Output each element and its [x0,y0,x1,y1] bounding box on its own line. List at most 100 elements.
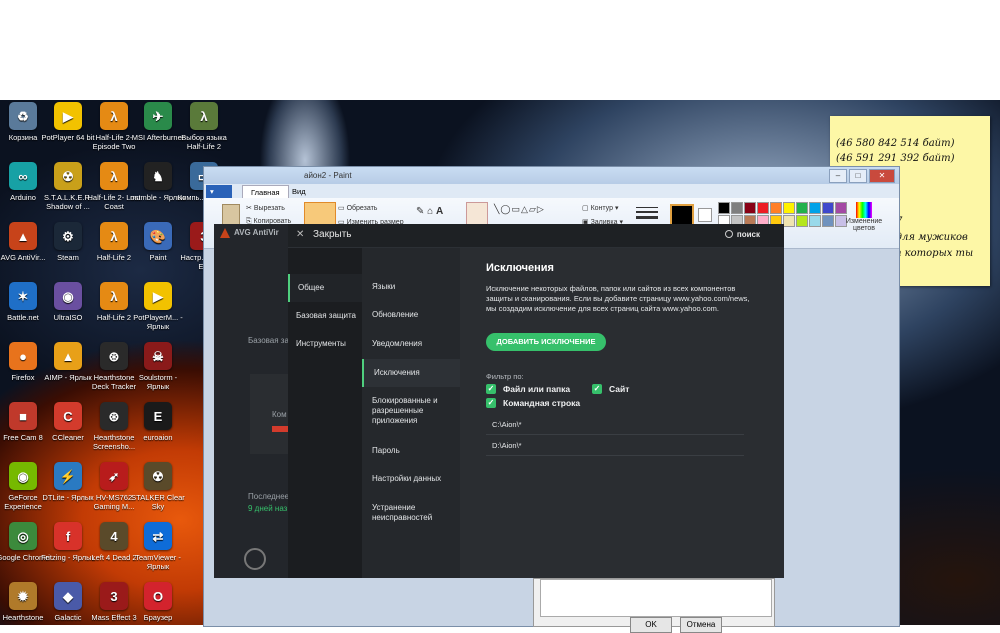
subcategory-blocked-allowed[interactable]: Блокированные и разрешенные приложения [362,396,452,426]
subcategory-data-settings[interactable]: Настройки данных [362,474,460,484]
color-swatch[interactable] [731,202,743,214]
avg-logo-icon [220,228,230,238]
paint-menu-button[interactable]: ▾ [206,185,232,198]
shortcut-label: Выбор языка Half-Life 2 [181,133,227,151]
subcategory-languages[interactable]: Языки [362,282,460,292]
tab-home[interactable]: Главная [242,185,289,199]
masseffect-icon: 3 [100,582,128,610]
search-button[interactable]: поиск [724,229,760,239]
color-swatch[interactable] [822,202,834,214]
desktop-shortcut[interactable]: ☢ STALKER Clear Sky [128,462,188,511]
avg-bg-label: Базовая за [248,336,289,345]
maximize-button[interactable]: □ [849,169,867,183]
note-line: (46 591 291 392 байт) [836,153,955,164]
shapes-gallery[interactable]: ╲◯▭△▱▷ [494,204,545,215]
tab-view[interactable]: Вид [284,185,314,198]
cut-button[interactable]: ✂ Вырезать [246,204,285,212]
potplayer-icon: ▶ [144,282,172,310]
category-general[interactable]: Общее [288,274,362,302]
paint-titlebar[interactable]: айон2 - Paint – □ ✕ [204,167,899,184]
filter-label-text: Сайт [609,384,630,394]
ok-button[interactable]: OK [630,617,672,633]
close-link[interactable]: Закрыть [313,229,352,240]
color2-swatch[interactable] [698,208,712,222]
exclusions-panel: Исключения Исключение некоторых файлов, … [460,248,784,578]
ccleaner-icon: C [54,402,82,430]
dialog-list [540,579,772,617]
color-swatch[interactable] [783,215,795,227]
shortcut-label: euroaion [143,433,173,442]
color-swatch[interactable] [718,202,730,214]
color-swatch[interactable] [822,215,834,227]
filter-label-text: Файл или папка [503,384,571,394]
line-width-icon[interactable] [636,204,658,224]
subcategory-exclusions[interactable]: Исключения [362,359,460,387]
color-swatch[interactable] [809,202,821,214]
avg-settings-window: ✕ Закрыть поиск Общее Базовая защита Инс… [288,224,784,578]
filter-label-text: Командная строка [503,398,581,408]
subcategory-notifications[interactable]: Уведомления [362,339,460,349]
freecam-icon: ■ [9,402,37,430]
status-badge [272,426,288,432]
paste-icon[interactable] [222,204,240,226]
desktop-shortcut[interactable]: λ Выбор языка Half-Life 2 [174,102,234,151]
steam-icon: ⚙ [54,222,82,250]
color-swatch[interactable] [770,202,782,214]
avg-bg-label: 9 дней наз [248,504,288,513]
settings-categories: Общее Базовая защита Инструменты [288,248,362,578]
desktop-shortcut[interactable]: ▶ PotPlayerM... - Ярлык [128,282,188,331]
opera-icon: O [144,582,172,610]
select-tool-icon[interactable] [304,202,336,226]
desktop-shortcut[interactable]: ⇄ TeamViewer - Ярлык [128,522,188,571]
arduino-icon: ∞ [9,162,37,190]
background-dialog: OK Отмена [533,578,775,633]
filter-file-folder-checkbox[interactable]: ✓ Файл или папка [486,384,570,394]
color-swatch[interactable] [796,202,808,214]
firefox-icon: ● [9,342,37,370]
category-tools[interactable]: Инструменты [288,330,362,358]
desktop-shortcut[interactable]: Eeuroaion [128,402,188,442]
edit-colors-button[interactable]: Изменение цветов [844,202,884,232]
crop-button[interactable]: ▭ Обрезать [338,204,377,212]
subcategory-update[interactable]: Обновление [362,310,460,320]
halflife-icon: λ [100,102,128,130]
panel-title: Исключения [486,262,554,274]
color-swatch[interactable] [744,202,756,214]
pencil-icon[interactable]: ✎ ⌂ A [416,206,443,217]
close-icon[interactable]: ✕ [296,229,304,240]
color-swatch[interactable] [783,202,795,214]
cancel-button[interactable]: Отмена [680,617,722,633]
subcategory-password[interactable]: Пароль [362,446,460,456]
desktop-shortcut[interactable]: O Браузер [128,582,188,622]
stalker-icon: ☢ [144,462,172,490]
category-basic-protection[interactable]: Базовая защита [288,302,362,330]
exclusion-row[interactable]: C:\Aion\* [486,415,744,435]
deck-tracker-icon: ⊛ [100,342,128,370]
mumble-icon: ♞ [144,162,172,190]
color-swatch[interactable] [809,215,821,227]
galactic-icon: ◆ [54,582,82,610]
desktop-shortcut[interactable]: ☠ Soulstorm - Ярлык [128,342,188,391]
close-button[interactable]: ✕ [869,169,895,183]
add-exclusion-button[interactable]: ДОБАВИТЬ ИСКЛЮЧЕНИЕ [486,333,606,351]
color-swatch[interactable] [796,215,808,227]
shortcut-label: PotPlayerM... - Ярлык [133,313,183,331]
left4dead-icon: 4 [100,522,128,550]
filter-label: Фильтр по: [486,372,524,381]
minimize-button[interactable]: – [829,169,847,183]
filter-site-checkbox[interactable]: ✓ Сайт [592,384,629,394]
subcategory-troubleshooting[interactable]: Устранение неисправностей [362,503,452,523]
outline-button[interactable]: ▢ Контур ▾ [582,204,618,212]
avg-bg-label: Последнее [248,492,290,501]
battlenet-icon: ✶ [9,282,37,310]
stalker-icon: ☢ [54,162,82,190]
paint-icon: 🎨 [144,222,172,250]
checkmark-icon: ✓ [486,398,496,408]
recycle-bin-icon: ♻ [9,102,37,130]
potplayer-icon: ▶ [54,102,82,130]
settings-subcategories: Языки Обновление Уведомления Исключения … [362,248,460,578]
filter-command-line-checkbox[interactable]: ✓ Командная строка [486,398,580,408]
color-swatch[interactable] [757,202,769,214]
screenshot-icon: ⊛ [100,402,128,430]
exclusion-row[interactable]: D:\Aion\* [486,436,744,456]
